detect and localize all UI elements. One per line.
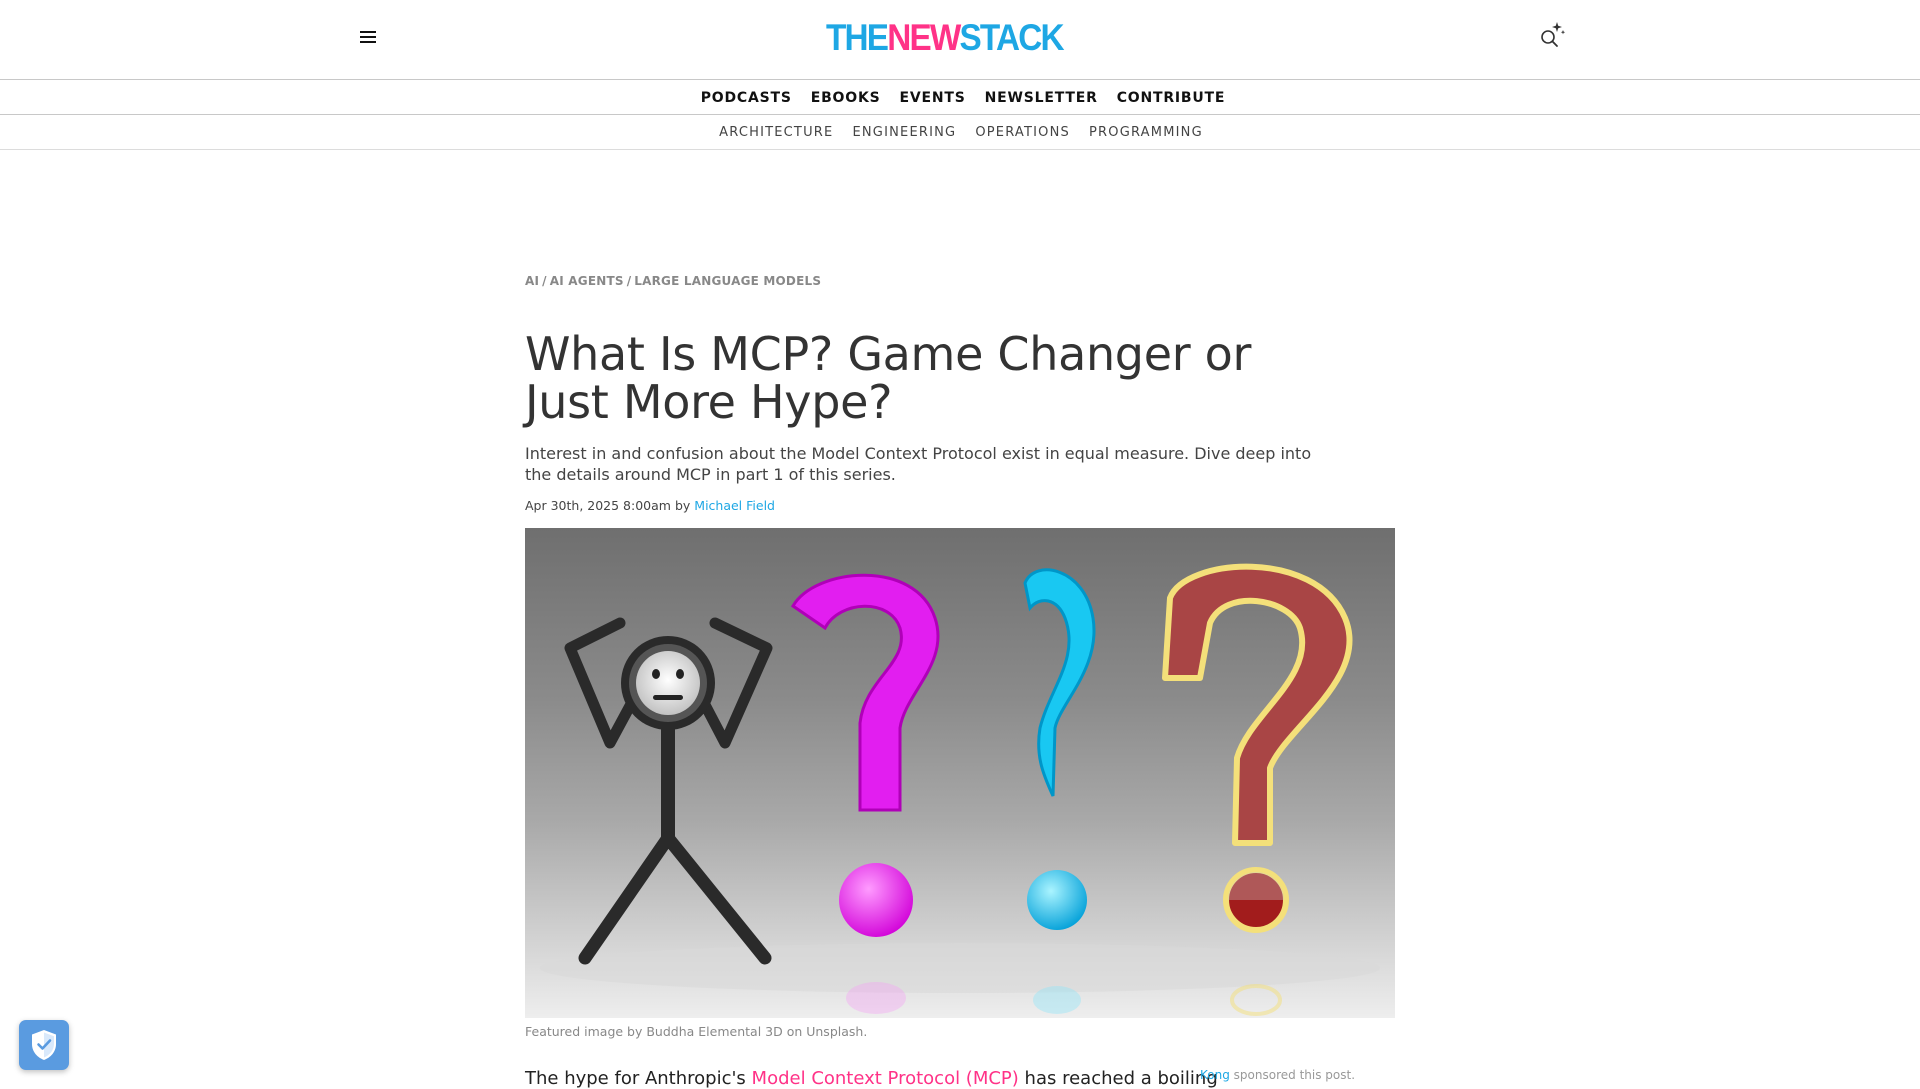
shield-check-icon <box>32 1030 56 1060</box>
secondary-nav: ARCHITECTURE ENGINEERING OPERATIONS PROG… <box>0 115 1920 150</box>
author-link[interactable]: Michael Field <box>694 498 775 513</box>
breadcrumb: AI / AI AGENTS / LARGE LANGUAGE MODELS <box>525 270 1395 292</box>
nav-contribute[interactable]: CONTRIBUTE <box>1117 90 1226 106</box>
byline-by: by <box>674 498 691 513</box>
article-subtitle: Interest in and confusion about the Mode… <box>525 444 1312 484</box>
article-byline: Apr 30th, 2025 8:00am by Michael Field <box>525 497 1395 515</box>
privacy-settings-button[interactable] <box>19 1020 69 1070</box>
breadcrumb-ai[interactable]: AI <box>525 274 539 288</box>
nav-programming[interactable]: PROGRAMMING <box>1089 125 1203 140</box>
body-text-start: The hype for Anthropic's <box>525 1068 746 1089</box>
body-text-rest: has reached a boiling <box>1024 1068 1218 1089</box>
article-header: AI / AI AGENTS / LARGE LANGUAGE MODELS What … <box>525 270 1395 515</box>
breadcrumb-separator: / <box>626 274 632 288</box>
logo-part-new: NEW <box>887 17 961 58</box>
hamburger-menu-icon[interactable] <box>358 28 378 46</box>
breadcrumb-ai-agents[interactable]: AI AGENTS <box>550 274 624 288</box>
primary-nav: PODCASTS EBOOKS EVENTS NEWSLETTER CONTRI… <box>0 81 1920 115</box>
nav-newsletter[interactable]: NEWSLETTER <box>985 90 1098 106</box>
breadcrumb-separator: / <box>542 274 547 288</box>
nav-engineering[interactable]: ENGINEERING <box>852 125 956 140</box>
nav-operations[interactable]: OPERATIONS <box>975 125 1070 140</box>
mcp-link[interactable]: Model Context Protocol (MCP) <box>752 1068 1019 1089</box>
sparkle-search-icon[interactable] <box>1536 20 1568 50</box>
nav-events[interactable]: EVENTS <box>900 90 966 106</box>
nav-architecture[interactable]: ARCHITECTURE <box>719 125 833 140</box>
logo-part-the: THE <box>826 17 889 58</box>
site-logo[interactable]: THENEWSTACK <box>826 17 1065 58</box>
publish-date: Apr 30th, 2025 8:00am <box>525 498 671 513</box>
article-title: What Is MCP? Game Changer or Just More H… <box>525 327 1252 429</box>
breadcrumb-llm[interactable]: LARGE LANGUAGE MODELS <box>634 274 821 288</box>
hero-image <box>525 528 1395 1018</box>
article-body-start: The hype for Anthropic's Model Context P… <box>525 1068 1218 1089</box>
hero-caption: Featured image by Buddha Elemental 3D on… <box>525 1024 868 1039</box>
site-header: THENEWSTACK <box>0 0 1920 80</box>
nav-ebooks[interactable]: EBOOKS <box>811 90 881 106</box>
logo-part-stack: STACK <box>959 17 1064 58</box>
nav-podcasts[interactable]: PODCASTS <box>701 90 792 106</box>
